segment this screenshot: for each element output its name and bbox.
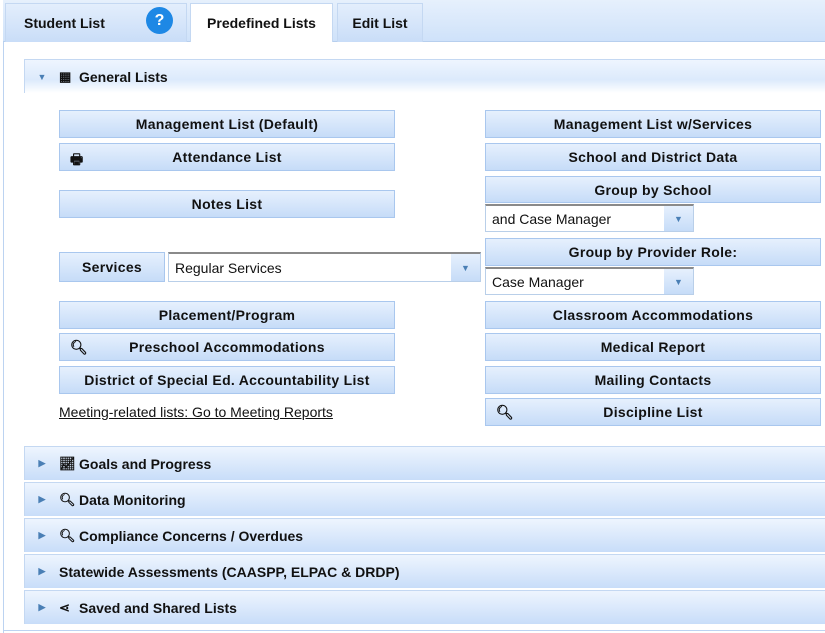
section-goals-progress[interactable]: ▶ 📈︎ Goals and Progress	[24, 446, 825, 480]
caret-right-icon: ▶	[38, 458, 46, 468]
help-icon[interactable]: ?	[146, 7, 173, 34]
attendance-list-button[interactable]: 🖶 Attendance List	[59, 143, 395, 171]
group-by-school-button[interactable]: Group by School	[485, 176, 821, 203]
print-icon: 🖶	[70, 151, 84, 167]
preschool-accommodations-button[interactable]: 🔍︎ Preschool Accommodations	[59, 333, 395, 361]
section-saved-shared[interactable]: ▶ ⋖ Saved and Shared Lists	[24, 590, 825, 624]
section-title: Goals and Progress	[79, 455, 212, 472]
placement-program-button[interactable]: Placement/Program	[59, 301, 395, 329]
select-value: Case Manager	[492, 273, 584, 290]
tab-label: Predefined Lists	[207, 15, 316, 31]
search-icon: 🔍︎	[496, 404, 515, 420]
services-button[interactable]: Services	[59, 252, 165, 282]
section-title: General Lists	[79, 68, 168, 85]
button-label: Discipline List	[603, 404, 703, 420]
management-list-services-button[interactable]: Management List w/Services	[485, 110, 821, 138]
table-icon: ▦	[59, 68, 72, 84]
divider	[3, 630, 825, 631]
section-statewide-assessments[interactable]: ▶ Statewide Assessments (CAASPP, ELPAC & …	[24, 554, 825, 588]
chevron-down-icon: ▼	[664, 269, 693, 294]
button-label: Preschool Accommodations	[129, 339, 325, 355]
search-icon: 🔍︎	[59, 491, 76, 507]
share-icon: ⋖	[59, 599, 70, 615]
caret-right-icon: ▶	[38, 530, 46, 540]
section-title: Statewide Assessments (CAASPP, ELPAC & D…	[59, 563, 400, 580]
section-compliance[interactable]: ▶ 🔍︎ Compliance Concerns / Overdues	[24, 518, 825, 552]
group-school-select[interactable]: and Case Manager ▼	[485, 204, 694, 232]
tab-predefined-lists[interactable]: Predefined Lists	[190, 3, 333, 42]
district-accountability-button[interactable]: District of Special Ed. Accountability L…	[59, 366, 395, 394]
caret-right-icon: ▶	[38, 566, 46, 576]
section-title: Saved and Shared Lists	[79, 599, 237, 616]
tab-label: Student List	[24, 15, 105, 31]
tab-edit-list[interactable]: Edit List	[337, 3, 423, 42]
meeting-reports-link[interactable]: Meeting-related lists: Go to Meeting Rep…	[59, 404, 333, 420]
select-value: and Case Manager	[492, 210, 612, 227]
section-title: Compliance Concerns / Overdues	[79, 527, 304, 544]
divider	[3, 42, 4, 633]
school-district-data-button[interactable]: School and District Data	[485, 143, 821, 171]
select-value: Regular Services	[175, 259, 282, 276]
provider-role-select[interactable]: Case Manager ▼	[485, 267, 694, 295]
management-list-default-button[interactable]: Management List (Default)	[59, 110, 395, 138]
chevron-down-icon: ▼	[664, 206, 693, 231]
chevron-down-icon: ▼	[451, 254, 480, 281]
discipline-list-button[interactable]: 🔍︎ Discipline List	[485, 398, 821, 426]
section-general-lists[interactable]: ▼ ▦ General Lists	[24, 59, 825, 93]
caret-right-icon: ▶	[38, 494, 46, 504]
services-select[interactable]: Regular Services ▼	[168, 252, 481, 282]
classroom-accommodations-button[interactable]: Classroom Accommodations	[485, 301, 821, 329]
caret-down-icon: ▼	[37, 71, 47, 82]
section-title: Data Monitoring	[79, 491, 186, 508]
medical-report-button[interactable]: Medical Report	[485, 333, 821, 361]
line-chart-icon: 📈︎	[59, 455, 76, 471]
mailing-contacts-button[interactable]: Mailing Contacts	[485, 366, 821, 394]
search-icon: 🔍︎	[59, 527, 76, 543]
tab-label: Edit List	[352, 15, 408, 31]
section-data-monitoring[interactable]: ▶ 🔍︎ Data Monitoring	[24, 482, 825, 516]
button-label: Attendance List	[172, 149, 282, 165]
search-icon: 🔍︎	[70, 339, 89, 355]
group-by-provider-role-button[interactable]: Group by Provider Role:	[485, 238, 821, 266]
caret-right-icon: ▶	[38, 602, 46, 612]
notes-list-button[interactable]: Notes List	[59, 190, 395, 218]
